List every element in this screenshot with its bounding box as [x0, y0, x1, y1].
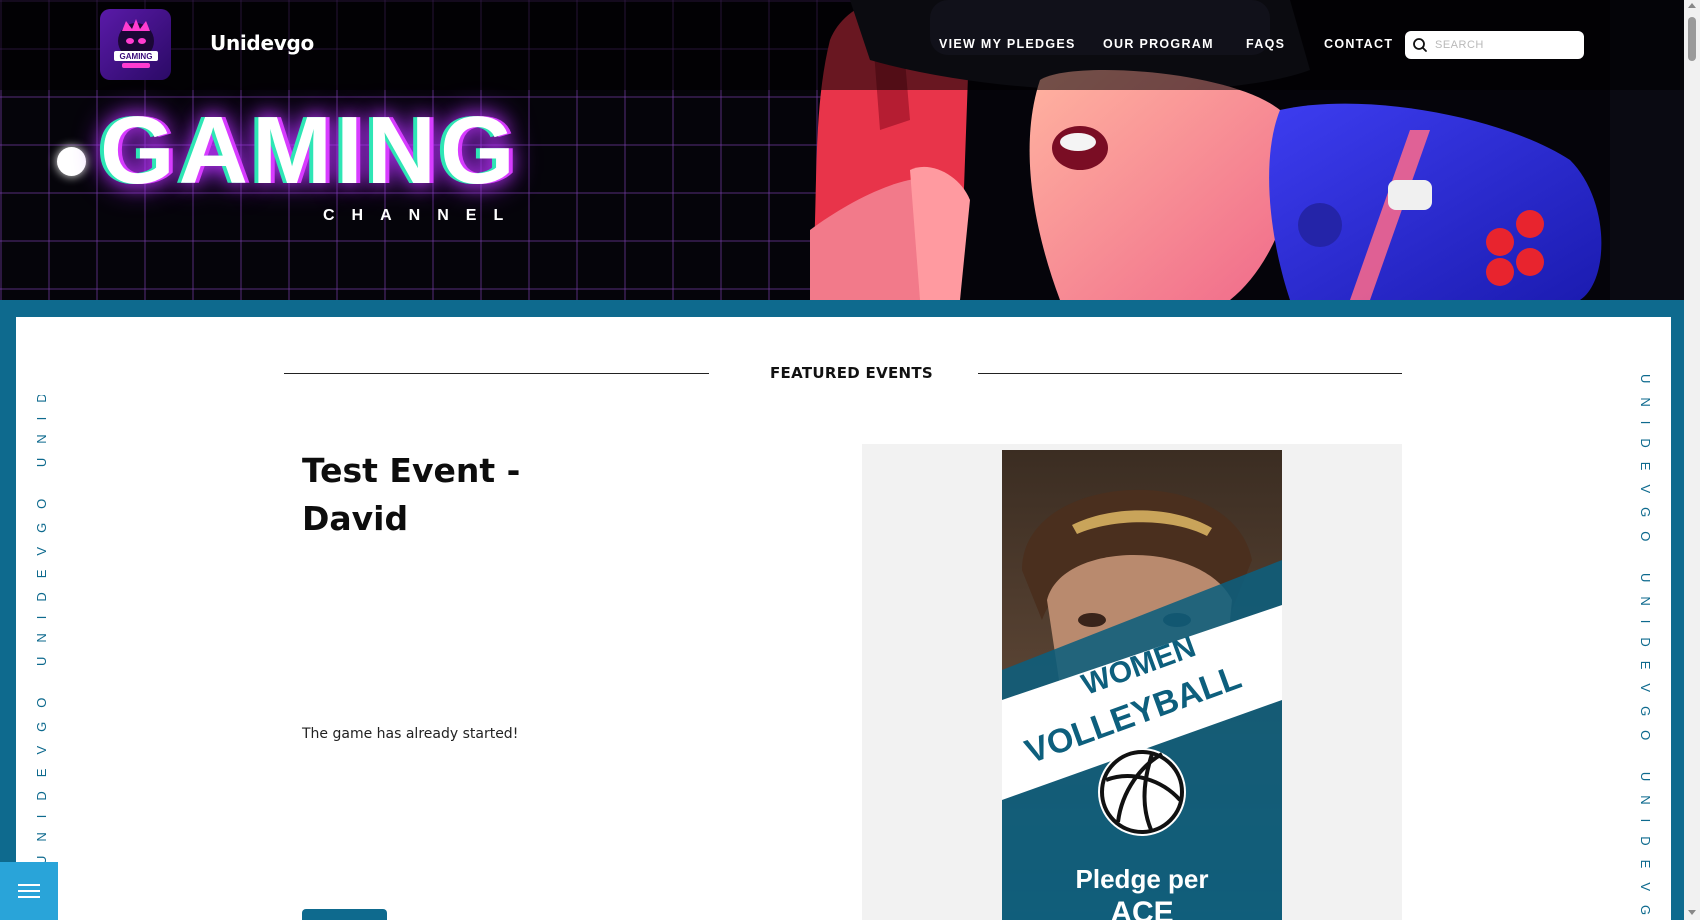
volleyball-poster: WOMEN VOLLEYBALL Pledge per ACE	[1002, 450, 1282, 920]
hero-banner: GAMING Unidevgo VIEW MY PLEDGES OUR PROG…	[0, 0, 1684, 300]
side-text-right: UNIDEVGO UNIDEVGO UNIDEVGO	[1638, 374, 1653, 920]
section-rule-right	[978, 373, 1402, 374]
scroll-up-arrow-icon[interactable]	[1688, 3, 1696, 8]
nav-contact[interactable]: CONTACT	[1324, 37, 1393, 51]
search-input[interactable]	[1435, 33, 1575, 57]
title-dot	[57, 147, 86, 176]
gaming-logo[interactable]: GAMING	[100, 9, 171, 80]
event-action-button[interactable]	[302, 909, 387, 920]
hero-title: GAMING	[100, 97, 519, 204]
frame-right-border	[1671, 300, 1684, 920]
frame-left-border	[0, 300, 16, 920]
event-title[interactable]: Test Event - David	[302, 447, 562, 543]
hamburger-icon	[18, 884, 40, 898]
poster-line-ace: ACE	[1110, 896, 1173, 920]
frame-top-border	[0, 300, 1684, 317]
nav-our-program[interactable]: OUR PROGRAM	[1103, 37, 1214, 51]
search-box	[1405, 31, 1584, 59]
event-poster-image[interactable]: WOMEN VOLLEYBALL Pledge per ACE	[1002, 450, 1282, 920]
volleyball-icon	[1098, 748, 1186, 836]
nav-view-my-pledges[interactable]: VIEW MY PLEDGES	[939, 37, 1076, 51]
featured-events-heading: FEATURED EVENTS	[770, 364, 934, 382]
poster-line-pledge: Pledge per	[1076, 864, 1209, 894]
gaming-mascot-icon: GAMING	[113, 18, 158, 68]
menu-button[interactable]	[0, 862, 58, 920]
event-description: The game has already started!	[302, 726, 519, 742]
section-rule-left	[284, 373, 709, 374]
page-scrollbar[interactable]	[1684, 0, 1700, 920]
logo-text: GAMING	[119, 52, 152, 61]
side-text-left: UNIDEVGO UNIDEVGO UNIDEVGO	[34, 395, 49, 865]
brand-name[interactable]: Unidevgo	[210, 31, 314, 55]
search-icon[interactable]	[1405, 31, 1435, 59]
scrollbar-thumb[interactable]	[1688, 17, 1696, 61]
scroll-down-arrow-icon[interactable]	[1688, 910, 1696, 915]
hero-subtitle: CHANNEL	[323, 207, 521, 224]
nav-faqs[interactable]: FAQS	[1246, 37, 1285, 51]
